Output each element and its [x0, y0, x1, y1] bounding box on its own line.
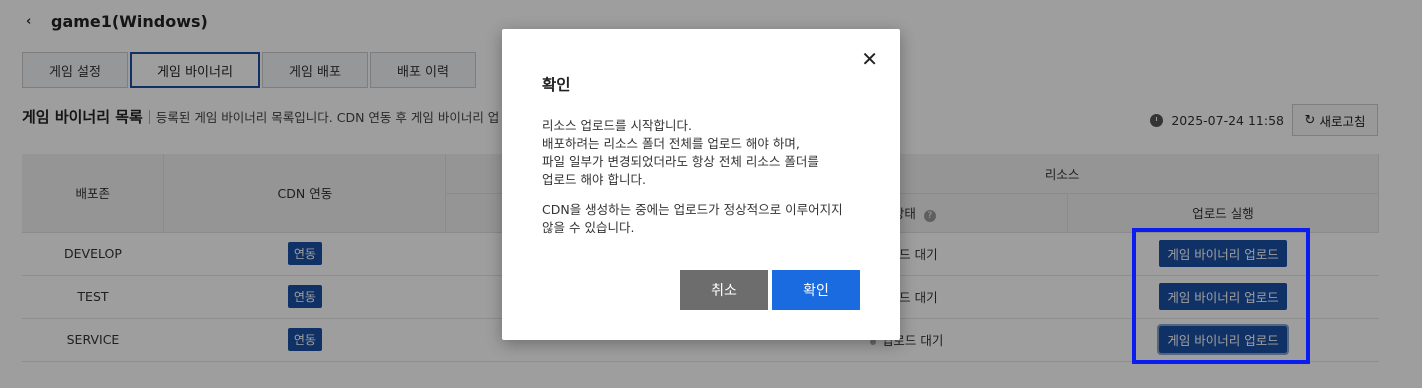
cancel-button[interactable]: 취소: [680, 270, 768, 310]
close-icon[interactable]: ✕: [861, 47, 878, 71]
dialog-title: 확인: [542, 76, 571, 94]
highlight-box: [1132, 228, 1310, 364]
dialog-message: 리소스 업로드를 시작합니다. 배포하려는 리소스 폴더 전체를 업로드 해야 …: [542, 118, 819, 187]
confirm-dialog: ✕ 확인 리소스 업로드를 시작합니다. 배포하려는 리소스 폴더 전체를 업로…: [502, 29, 900, 340]
dialog-body: 리소스 업로드를 시작합니다. 배포하려는 리소스 폴더 전체를 업로드 해야 …: [542, 117, 872, 249]
dialog-warning: CDN을 생성하는 중에는 업로드가 정상적으로 이루어지지 않을 수 있습니다…: [542, 202, 843, 235]
confirm-button[interactable]: 확인: [772, 270, 860, 310]
dialog-actions: 취소 확인: [680, 270, 860, 310]
